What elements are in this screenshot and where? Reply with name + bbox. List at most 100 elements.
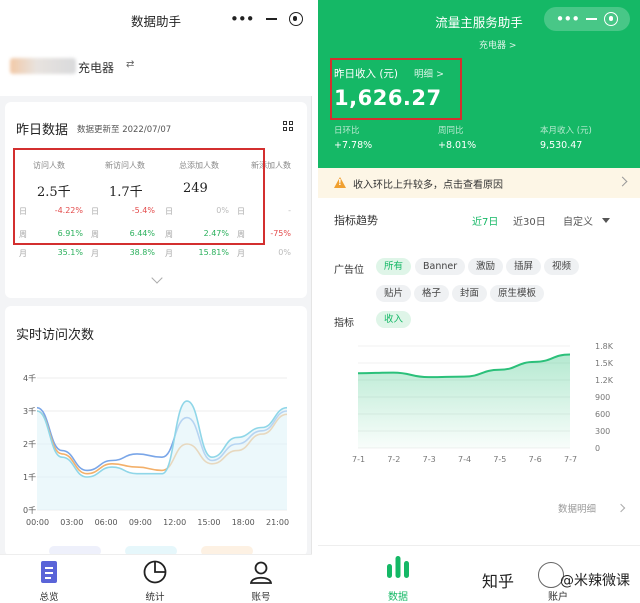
change-value: 0%: [216, 206, 229, 215]
income-area-chart: 0 300 600 900 1.2K 1.5K 1.8K 7-1 7-2 7-3 7-4 7-5 7-6…: [352, 342, 614, 464]
chevron-right-icon: [617, 176, 628, 187]
left-tab-bar: 总览 统计 账号: [0, 554, 312, 603]
close-target-icon[interactable]: [288, 12, 303, 26]
stat-change-row: 周 2.47%: [165, 229, 229, 241]
period-key: 日: [19, 207, 27, 216]
left-capsule-menu[interactable]: •••: [230, 7, 303, 31]
realtime-visits-card: 实时访问次数 4千 3千 2千 1千 0千 00:00 03:00 06:00 09:00 12:…: [5, 306, 307, 556]
change-value: -: [288, 206, 291, 215]
x-tick-label: 7-4: [458, 455, 471, 464]
metric-label: 指标: [334, 318, 354, 329]
more-icon[interactable]: •••: [230, 11, 255, 27]
ad-slot-chip[interactable]: 格子: [414, 285, 450, 302]
income-notice[interactable]: 收入环比上升较多，点击查看原因: [318, 168, 640, 198]
stat-change-row: 月 38.8%: [91, 248, 155, 260]
stat-change-row: 周 6.44%: [91, 229, 155, 241]
yesterday-title: 昨日数据: [16, 123, 69, 138]
stat-column: 访问人数 2.5千日 -4.22% 周 6.91% 月 35.1%: [19, 156, 83, 266]
right-capsule-menu[interactable]: •••: [544, 7, 630, 31]
minimize-icon[interactable]: [265, 18, 277, 20]
period-30d[interactable]: 近30日: [513, 213, 546, 228]
y-tick-label: 1.2K: [595, 376, 614, 385]
stat-label: 新访问人数: [105, 161, 145, 170]
x-tick-label: 12:00: [163, 518, 186, 527]
tab-label: 数据: [388, 592, 408, 603]
yesterday-data-card: 昨日数据 数据更新至 2022/07/07 访问人数 2.5千日 -4.22% 周 6.…: [5, 102, 307, 298]
warning-icon: [334, 177, 346, 188]
stat-column: 新添加人数日 - 周 -75% 月 0%: [237, 156, 291, 266]
ad-slot-chip[interactable]: 视频: [544, 258, 580, 275]
change-value: 15.81%: [198, 248, 229, 257]
stat-change-row: 月 15.81%: [165, 248, 229, 260]
x-tick-label: 7-7: [564, 455, 577, 464]
stat-change-row: 日-: [237, 206, 291, 218]
stat-change-row: 日 -4.22%: [19, 206, 83, 218]
x-tick-label: 21:00: [266, 518, 289, 527]
realtime-title: 实时访问次数: [16, 328, 95, 343]
ad-slot-chip[interactable]: 所有: [376, 258, 412, 275]
x-tick-label: 7-6: [529, 455, 542, 464]
tab-account[interactable]: 账号: [226, 555, 296, 603]
stat-value: 1.7千: [109, 185, 143, 200]
bar-chart-icon: [387, 556, 409, 578]
period-key: 日: [237, 207, 245, 216]
switch-icon[interactable]: ⇄: [126, 59, 134, 70]
screenshot-root: 数据助手 ••• 充电器 ⇄ 昨日数据 数据更新至 2022/07/07 访问人…: [0, 0, 640, 603]
tab-label: 账号: [251, 592, 271, 603]
tab-data[interactable]: 数据: [358, 546, 438, 603]
more-icon[interactable]: •••: [556, 11, 581, 27]
period-7d[interactable]: 近7日: [472, 213, 498, 228]
y-tick-label: 1.5K: [595, 359, 614, 368]
metric-chip[interactable]: 收入: [376, 311, 412, 328]
ad-slot-chip[interactable]: 激励: [468, 258, 504, 275]
grid-icon[interactable]: [283, 121, 293, 131]
tab-statistics[interactable]: 统计: [120, 555, 190, 603]
y-tick-label: 300: [595, 427, 610, 436]
sub-stat-value: +7.78%: [334, 140, 373, 151]
stat-change-row: 日 -5.4%: [91, 206, 155, 218]
tab-label: 总览: [39, 592, 59, 603]
ad-slot-chip[interactable]: 原生模板: [490, 285, 545, 302]
period-key: 周: [91, 230, 99, 239]
change-value: -5.4%: [131, 206, 155, 215]
tab-label: 账户: [548, 592, 568, 603]
ad-slot-chip[interactable]: 贴片: [376, 285, 412, 302]
close-target-icon[interactable]: [604, 12, 619, 26]
period-key: 周: [165, 230, 173, 239]
left-store-bar[interactable]: 充电器 ⇄: [0, 38, 312, 96]
ad-slot-chip[interactable]: 封面: [452, 285, 488, 302]
period-custom[interactable]: 自定义: [563, 213, 593, 228]
chevron-down-icon[interactable]: [602, 218, 610, 223]
period-key: 月: [19, 249, 27, 258]
ad-slot-chip[interactable]: 插屏: [506, 258, 542, 275]
x-tick-label: 00:00: [26, 518, 49, 527]
minimize-icon[interactable]: [586, 18, 598, 20]
left-store-name: 充电器: [78, 61, 115, 75]
y-tick-label: 1千: [23, 472, 36, 482]
document-icon: [41, 561, 57, 583]
notice-text: 收入环比上升较多，点击查看原因: [353, 180, 503, 191]
series-area: [37, 401, 287, 510]
income-detail-link[interactable]: 明细 >: [414, 66, 444, 80]
area-fill: [358, 354, 570, 448]
left-title-bar: 数据助手 •••: [0, 0, 312, 38]
data-detail-link[interactable]: 数据明细: [558, 501, 596, 515]
expand-chevron-icon[interactable]: [151, 272, 163, 284]
period-key: 月: [91, 249, 99, 258]
change-value: -75%: [270, 229, 291, 238]
right-store-name[interactable]: 充电器 >: [479, 38, 516, 51]
sub-stat-value: 9,530.47: [540, 140, 583, 151]
y-tick-label: 3千: [23, 406, 36, 416]
watermark-author: @米辣微课: [560, 573, 630, 589]
stat-label: 新添加人数: [251, 161, 291, 170]
realtime-line-chart: 4千 3千 2千 1千 0千 00:00 03:00 06:00 09:00 12:00 15:00…: [23, 373, 289, 527]
period-key: 月: [165, 249, 173, 258]
traffic-owner-app: 流量主服务助手 ••• 充电器 > 昨日收入 (元) 明细 > 1,626.27…: [318, 0, 640, 603]
tab-overview[interactable]: 总览: [14, 555, 84, 603]
x-tick-label: 18:00: [232, 518, 255, 527]
y-tick-label: 0: [595, 444, 600, 453]
y-tick-label: 900: [595, 393, 610, 402]
ad-slot-chip[interactable]: Banner: [415, 258, 466, 275]
period-key: 日: [91, 207, 99, 216]
income-label: 昨日收入 (元): [334, 68, 399, 80]
